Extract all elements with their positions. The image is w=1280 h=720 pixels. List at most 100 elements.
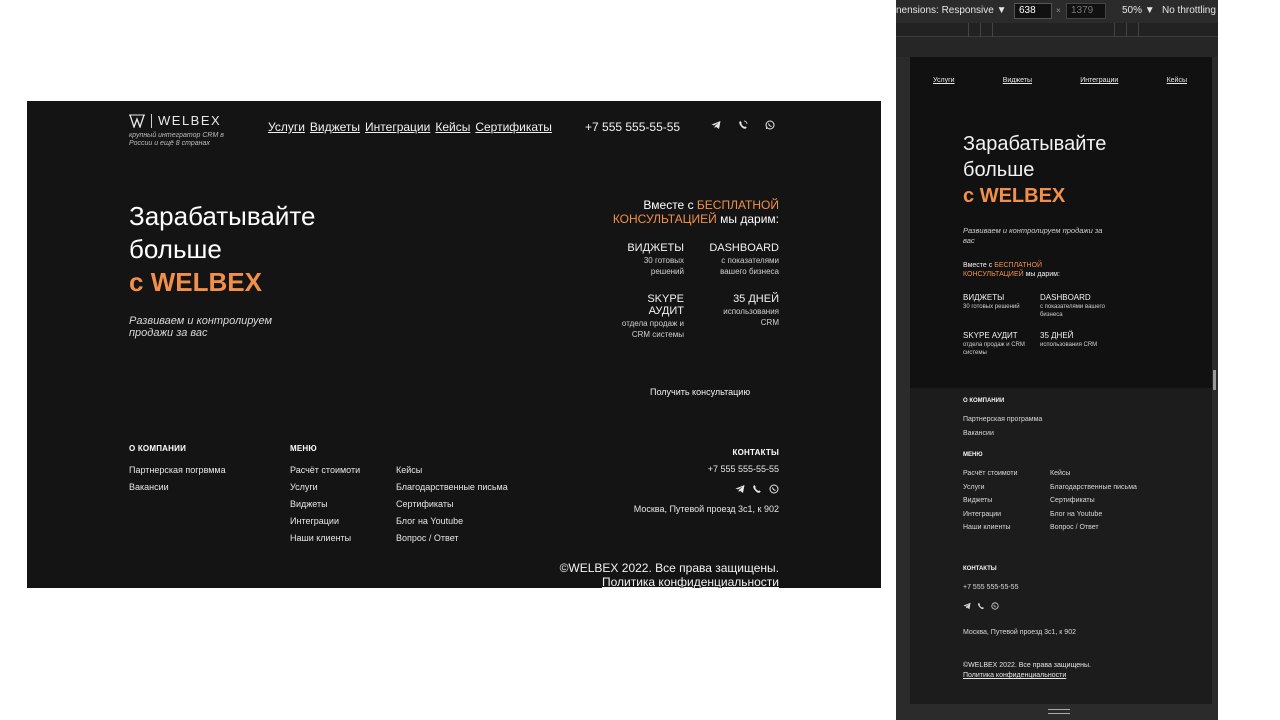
logo[interactable]: WELBEX крупный интегратор CRM в России и… (129, 113, 239, 148)
footer-link[interactable]: Блог на Youtube (1050, 508, 1137, 522)
whatsapp-icon[interactable] (769, 484, 779, 494)
mobile-footer-company-heading: О КОМПАНИИ (963, 398, 1005, 404)
logo-tagline: крупный интегратор CRM в России и ещё 8 … (129, 132, 224, 147)
footer-link[interactable]: Благодарственные письма (396, 479, 508, 496)
throttling-dropdown[interactable]: No throttling (1162, 5, 1216, 16)
footer-menu-column-2: Кейсы Благодарственные письма Сертификат… (396, 462, 508, 547)
footer-link[interactable]: Расчёт стоимоти (290, 462, 360, 479)
zoom-dropdown[interactable]: 50% ▼ (1122, 5, 1155, 16)
devtools-media-band (896, 37, 1218, 57)
gift-heading: Вместе с БЕСПЛАТНОЙ КОНСУЛЬТАЦИЕЙ мы дар… (589, 198, 779, 226)
footer-link[interactable]: Расчёт стоимоти (963, 467, 1018, 481)
hero-title: Зарабатывайте больше с WELBEX (129, 200, 315, 299)
devtools-ruler (896, 23, 1218, 37)
footer-link[interactable]: Услуги (963, 481, 1018, 495)
gift-item-desc: использования CRM (1040, 342, 1098, 348)
telegram-icon[interactable] (963, 602, 971, 610)
footer-link[interactable]: Сертификаты (396, 496, 508, 513)
mobile-footer-phone[interactable]: +7 555 555-55-55 (963, 581, 1018, 595)
footer-link-vacancies[interactable]: Вакансии (963, 427, 1042, 441)
mobile-footer-menu-column-1: Расчёт стоимоти Услуги Виджеты Интеграци… (963, 467, 1018, 535)
gift-item-desc: с показателями вашего бизнеса (720, 256, 779, 276)
gift-item-title: 35 ДНЕЙ (1040, 331, 1074, 340)
logo-mark: WELBEX (129, 113, 239, 128)
telegram-icon[interactable] (735, 484, 745, 494)
privacy-policy-link[interactable]: Политика конфиденциальности (602, 575, 779, 588)
gift-item-title: SKYPE АУДИТ (963, 331, 1018, 340)
devtools-resize-side-handle[interactable] (1213, 370, 1216, 390)
gift-item: ВИДЖЕТЫ 30 готовых решений (963, 293, 1040, 319)
footer-link[interactable]: Наши клиенты (963, 521, 1018, 535)
copyright-text: ©WELBEX 2022. Все права защищены. (559, 561, 779, 575)
footer-link-partner-program[interactable]: Партнерская программа (963, 413, 1042, 427)
mobile-page-preview: Услуги Виджеты Интеграции Кейсы Зарабаты… (910, 57, 1212, 704)
header-phone[interactable]: +7 555 555-55-55 (585, 120, 680, 134)
mobile-footer-menu-column-2: Кейсы Благодарственные письма Сертификат… (1050, 467, 1137, 535)
footer-link[interactable]: Интеграции (963, 508, 1018, 522)
devtools-resize-bottom-handle[interactable] (1048, 709, 1070, 714)
telegram-icon[interactable] (711, 120, 721, 130)
devtools-toolbar: nensions: Responsive ▼ 638 × 1379 50% ▼ … (896, 0, 1218, 23)
get-consultation-button[interactable]: Получить консультацию (650, 387, 750, 397)
mobile-navigation: Услуги Виджеты Интеграции Кейсы (933, 77, 1187, 84)
gift-tail: мы дарим: (1025, 271, 1060, 278)
footer-link[interactable]: Вопрос / Ответ (396, 530, 508, 547)
hero-title-prefix: с (129, 267, 144, 297)
gift-item: DASHBOARD с показателями вашего бизнеса (704, 242, 779, 277)
footer-link[interactable]: Кейсы (1050, 467, 1137, 481)
footer-contacts-heading: КОНТАКТЫ (732, 448, 779, 457)
hero-title-line1: Зарабатывайте (963, 133, 1107, 155)
whatsapp-icon[interactable] (991, 602, 999, 610)
nav-link-services[interactable]: Услуги (268, 120, 305, 134)
nav-link-widgets[interactable]: Виджеты (310, 120, 360, 134)
gift-item-title: ВИДЖЕТЫ (627, 242, 684, 254)
nav-link-cases[interactable]: Кейсы (435, 120, 470, 134)
footer-link[interactable]: Услуги (290, 479, 360, 496)
mobile-footer-messenger-icons (963, 602, 999, 610)
dimensions-dropdown[interactable]: nensions: Responsive ▼ (896, 5, 1007, 16)
gift-item-desc: использования CRM (723, 307, 779, 327)
footer-phone[interactable]: +7 555 555-55-55 (559, 464, 779, 474)
width-input[interactable]: 638 (1014, 3, 1052, 19)
footer-contacts: КОНТАКТЫ +7 555 555-55-55 Москва, Путево… (559, 448, 779, 514)
footer-link[interactable]: Благодарственные письма (1050, 481, 1137, 495)
mobile-footer-company-list: Партнерская программа Вакансии (963, 413, 1042, 440)
welbex-logo-icon (129, 114, 145, 128)
footer-link[interactable]: Кейсы (396, 462, 508, 479)
logo-divider (151, 113, 152, 128)
nav-link-services[interactable]: Услуги (933, 77, 955, 84)
footer-link[interactable]: Виджеты (290, 496, 360, 513)
whatsapp-icon[interactable] (765, 120, 775, 130)
footer-link-vacancies[interactable]: Вакансии (129, 479, 226, 496)
nav-link-integrations[interactable]: Интеграции (365, 120, 430, 134)
privacy-policy-link[interactable]: Политика конфиденциальности (963, 672, 1066, 679)
footer-link[interactable]: Интеграции (290, 513, 360, 530)
mobile-footer-copyright: ©WELBEX 2022. Все права защищены. Полити… (963, 661, 1091, 681)
footer-link[interactable]: Вопрос / Ответ (1050, 521, 1137, 535)
footer-link[interactable]: Сертификаты (1050, 494, 1137, 508)
mobile-footer-menu-heading: МЕНЮ (963, 452, 983, 458)
viber-icon[interactable] (738, 120, 748, 130)
desktop-page-preview: WELBEX крупный интегратор CRM в России и… (27, 101, 881, 588)
gift-highlight-2: КОНСУЛЬТАЦИЕЙ (963, 271, 1024, 278)
dimension-separator: × (1056, 6, 1061, 15)
height-input[interactable]: 1379 (1066, 3, 1106, 19)
nav-link-cases[interactable]: Кейсы (1167, 77, 1187, 84)
gift-item: 35 ДНЕЙ использования CRM (1040, 331, 1113, 357)
nav-link-integrations[interactable]: Интеграции (1080, 77, 1118, 84)
hero-title-line2: больше (129, 234, 222, 264)
gift-item-title: SKYPE АУДИТ (647, 293, 684, 317)
gift-item: SKYPE АУДИТ отдела продаж и CRM системы (963, 331, 1040, 357)
nav-link-widgets[interactable]: Виджеты (1003, 77, 1032, 84)
footer-company-heading: О КОМПАНИИ (129, 444, 187, 453)
footer-link[interactable]: Наши клиенты (290, 530, 360, 547)
footer-link[interactable]: Блог на Youtube (396, 513, 508, 530)
gift-item: ВИДЖЕТЫ 30 готовых решений (609, 242, 684, 277)
mobile-gift-heading: Вместе с БЕСПЛАТНОЙ КОНСУЛЬТАЦИЕЙ мы дар… (963, 261, 1103, 279)
footer-link[interactable]: Виджеты (963, 494, 1018, 508)
viber-icon[interactable] (752, 484, 762, 494)
nav-link-certificates[interactable]: Сертификаты (475, 120, 552, 134)
footer-link-partner-program[interactable]: Партнерская погрвмма (129, 462, 226, 479)
viber-icon[interactable] (977, 602, 985, 610)
gift-lead: Вместе с (963, 262, 993, 269)
